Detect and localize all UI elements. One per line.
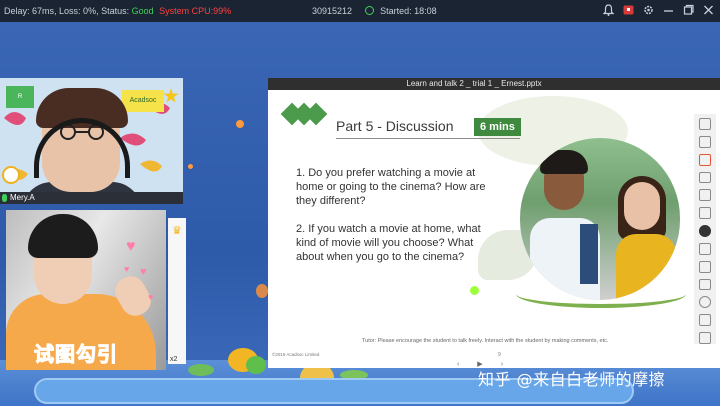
question-2: 2. If you watch a movie at home, what ki… [296, 223, 481, 263]
photo-man-hair [540, 150, 588, 174]
room-id: 30915212 [312, 6, 353, 16]
comment-icon[interactable] [699, 278, 711, 291]
heart-icon: ♥ [148, 292, 154, 302]
acadsoc-logo: Acadsoc [122, 90, 164, 112]
slide-photo [520, 138, 680, 300]
settings-icon[interactable] [643, 4, 654, 16]
balloon-decoration [256, 284, 268, 298]
status-value: Good [131, 6, 154, 16]
delay-text: Delay: 67ms, [4, 6, 57, 16]
select-icon[interactable] [699, 135, 711, 148]
bell-icon[interactable] [602, 4, 615, 16]
teacher-name-bar: Mery.A [0, 192, 183, 204]
eraser-icon[interactable] [699, 207, 711, 220]
bush-decoration [246, 356, 266, 374]
folder-icon[interactable] [699, 314, 711, 327]
scissors-icon[interactable] [699, 189, 711, 202]
annotation-toolbar [694, 114, 716, 344]
pen-icon[interactable] [699, 153, 711, 166]
exit-icon[interactable] [699, 332, 711, 344]
laser-pointer-dot [470, 286, 479, 295]
cloud-icon[interactable] [699, 296, 711, 309]
clock-icon [364, 6, 374, 15]
student-caption: 试图勾引 [34, 342, 118, 367]
tutor-note: Tutor: Please encourage the student to t… [362, 338, 609, 344]
teacher-video: R Acadsoc [0, 78, 183, 202]
glow-decoration [188, 164, 193, 169]
glow-decoration [236, 120, 244, 128]
student-side-panel [168, 218, 186, 364]
photo-man-sleeve [580, 224, 598, 284]
photo-woman-head [624, 182, 660, 230]
brush-decoration [516, 280, 686, 308]
heart-icon: ♥ [126, 238, 136, 255]
slide-canvas[interactable]: Part 5 - Discussion 6 mins 1. Do you pre… [268, 90, 692, 360]
alarm-clock-icon [2, 166, 20, 184]
minimize-icon[interactable] [663, 4, 674, 16]
time-badge: 6 mins [474, 118, 521, 136]
presentation-titlebar: Learn and talk 2 _ trial 1 _ Ernest.pptx [268, 78, 720, 90]
status-label: Status: [101, 6, 130, 16]
page-number: 9 [498, 352, 501, 358]
presentation-window: Learn and talk 2 _ trial 1 _ Ernest.pptx… [268, 78, 720, 368]
restore-icon[interactable] [683, 4, 694, 16]
loss-text: Loss: 0%, [59, 6, 99, 16]
pointer-icon[interactable] [699, 118, 711, 130]
zhihu-watermark: 知乎 @来自白老师的摩擦 [478, 370, 666, 389]
teacher-name: Mery.A [10, 193, 35, 202]
window-controls [602, 4, 714, 16]
camera-icon[interactable] [699, 225, 711, 237]
heart-icon: ♥ [140, 266, 147, 278]
acadsoc-logo-left: R [6, 86, 34, 108]
reward-count: x2 [170, 356, 178, 363]
chat-icon[interactable] [699, 260, 711, 273]
status-bar: Delay: 67ms, Loss: 0%, Status: Good Syst… [0, 0, 720, 22]
presentation-filename: Learn and talk 2 _ trial 1 _ Ernest.pptx [406, 79, 542, 88]
close-icon[interactable] [703, 4, 714, 16]
mic-icon [2, 194, 7, 202]
question-1: 1. Do you prefer watching a movie at hom… [296, 167, 486, 207]
session-info: 30915212 Started: 18:08 [312, 6, 437, 16]
crown-icon: ♛ [172, 225, 182, 237]
image-icon[interactable] [699, 242, 711, 255]
text-icon[interactable] [699, 171, 711, 184]
student-video: ♥ ♥ ♥ ♥ 试图勾引 [6, 210, 166, 370]
copyright-text: ©2018 Acadsoc Limited [272, 352, 320, 357]
started-time: Started: 18:08 [380, 6, 437, 16]
bush-decoration [188, 364, 214, 376]
connection-stats: Delay: 67ms, Loss: 0%, Status: Good Syst… [4, 6, 231, 16]
system-cpu-text: System CPU:99% [159, 6, 232, 16]
prev-slide-icon[interactable]: ‹ [457, 361, 459, 368]
heart-icon: ♥ [124, 264, 130, 274]
record-icon[interactable] [623, 4, 634, 16]
